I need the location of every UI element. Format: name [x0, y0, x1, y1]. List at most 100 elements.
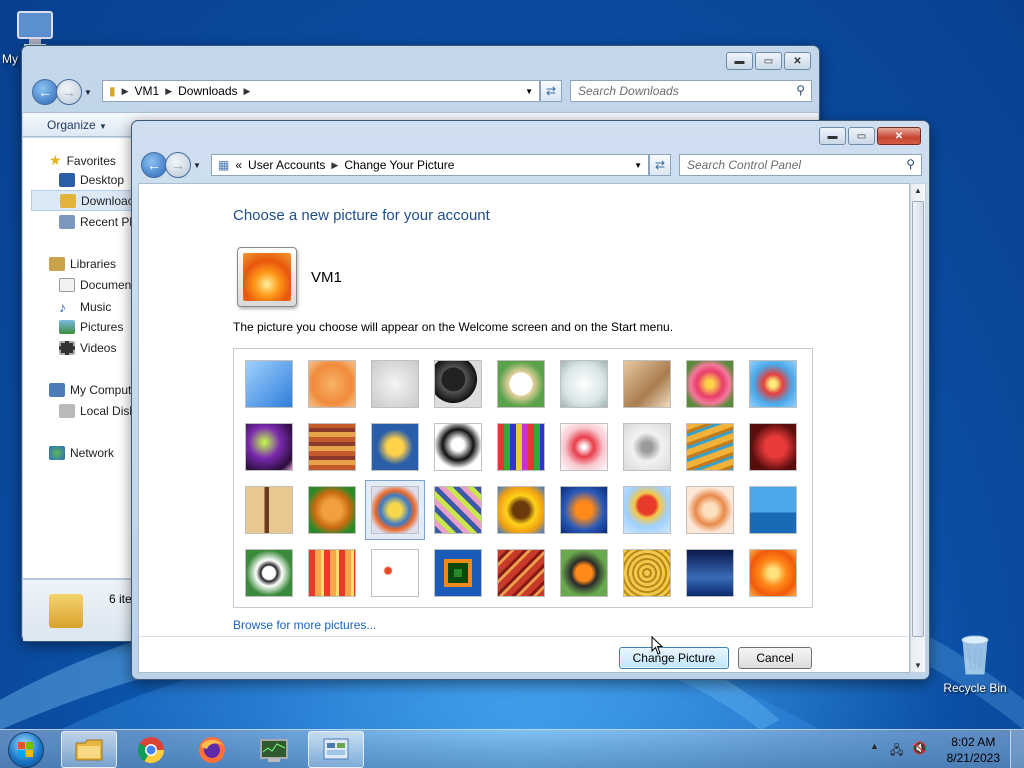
picture-tile-shell[interactable] [623, 549, 671, 597]
picture-tile-orange-flower[interactable] [749, 549, 797, 597]
picture-tile-lucky-cat[interactable] [497, 360, 545, 408]
picture-tile-sunflower[interactable] [497, 486, 545, 534]
picture-tile-yellow-leaf[interactable] [371, 423, 419, 471]
picture-tile-fish[interactable] [560, 486, 608, 534]
maximize-button[interactable]: ▭ [755, 52, 782, 70]
change-picture-window[interactable]: ▬ ▭ ✕ ← → ▼ ▦ « User Accounts ▶ Change Y… [131, 120, 930, 680]
picture-tile-robot[interactable] [365, 480, 425, 540]
picture-tile-rollercoaster[interactable] [245, 360, 293, 408]
picture-tile-ferris-wheel[interactable] [749, 360, 797, 408]
taskbar-firefox[interactable] [184, 731, 240, 768]
nav-videos[interactable]: Videos [59, 341, 116, 355]
vertical-scrollbar[interactable]: ▲ ▼ [910, 183, 926, 673]
nav-desktop[interactable]: Desktop [59, 173, 124, 187]
picture-tile-scarves[interactable] [434, 486, 482, 534]
breadcrumb-user-accounts[interactable]: User Accounts [248, 158, 325, 172]
system-clock[interactable]: 8:02 AM 8/21/2023 [947, 734, 1000, 766]
picture-tile-kitten[interactable] [623, 360, 671, 408]
nav-network-label: Network [70, 446, 115, 460]
nav-documents[interactable]: Documen [59, 278, 131, 292]
picture-tile-red-star[interactable] [560, 423, 608, 471]
maximize-button[interactable]: ▭ [848, 127, 875, 145]
breadcrumb-overflow[interactable]: « [235, 158, 242, 172]
forward-button[interactable]: → [56, 79, 82, 105]
breadcrumb-downloads[interactable]: Downloads [178, 84, 237, 98]
search-icon[interactable]: ⚲ [906, 157, 915, 171]
picture-tile-puppy[interactable] [308, 486, 356, 534]
picture-tile-sailboat[interactable] [749, 486, 797, 534]
refresh-button[interactable]: ⇄ [649, 154, 671, 176]
chevron-down-icon: ▼ [99, 121, 107, 131]
nav-local-disk[interactable]: Local Disk [59, 404, 133, 418]
nav-network[interactable]: Network [49, 446, 114, 460]
taskbar-chrome[interactable] [123, 731, 179, 768]
search-icon[interactable]: ⚲ [796, 83, 805, 97]
recent-pages-dropdown[interactable]: ▼ [193, 161, 201, 170]
nav-computer[interactable]: My Comput [49, 383, 131, 397]
organize-button[interactable]: Organize ▼ [47, 118, 107, 132]
show-desktop-button[interactable] [1010, 730, 1024, 768]
picture-tile-green-window[interactable] [434, 549, 482, 597]
picture-tile-gyroscope[interactable] [560, 360, 608, 408]
breadcrumb-change-picture[interactable]: Change Your Picture [344, 158, 454, 172]
picture-tile-ball[interactable] [245, 423, 293, 471]
picture-tile-lighthouse[interactable] [686, 549, 734, 597]
picture-tile-fabric-stack[interactable] [308, 423, 356, 471]
picture-tile-butterfly[interactable] [560, 549, 608, 597]
picture-tile-marbles[interactable] [371, 549, 419, 597]
picture-tile-starfish[interactable] [308, 360, 356, 408]
explorer-address-bar[interactable]: ▮ ▶ VM1 ▶ Downloads ▶ ▼ [102, 80, 540, 102]
cp-search-input[interactable]: Search Control Panel ⚲ [679, 154, 922, 176]
close-button[interactable]: ✕ [877, 127, 921, 145]
recycle-bin-desktop-icon[interactable]: Recycle Bin [942, 628, 1008, 695]
back-button[interactable]: ← [141, 152, 167, 178]
volume-muted-icon[interactable]: 🔇 [912, 741, 927, 755]
taskbar-control-panel[interactable] [308, 731, 364, 768]
nav-pictures[interactable]: Pictures [59, 320, 123, 334]
picture-tile-guitar[interactable] [245, 486, 293, 534]
nav-libraries[interactable]: Libraries [49, 257, 116, 271]
taskbar-explorer[interactable] [61, 731, 117, 768]
show-hidden-icons-button[interactable]: ▲ [870, 741, 879, 751]
scroll-up-icon[interactable]: ▲ [914, 186, 922, 195]
picture-tile-hot-air-balloon[interactable] [623, 486, 671, 534]
picture-tile-metal-jack[interactable] [623, 423, 671, 471]
cp-address-bar[interactable]: ▦ « User Accounts ▶ Change Your Picture … [211, 154, 649, 176]
picture-tile-woven-pattern[interactable] [497, 549, 545, 597]
picture-tile-robot-figure[interactable] [371, 360, 419, 408]
explorer-nav-buttons: ← → ▼ [32, 79, 92, 105]
picture-tile-turntable[interactable] [434, 360, 482, 408]
picture-tile-stairs[interactable] [686, 423, 734, 471]
browse-pictures-link[interactable]: Browse for more pictures... [233, 618, 376, 632]
picture-tile-dog[interactable] [434, 423, 482, 471]
recycle-bin-label: Recycle Bin [943, 681, 1007, 695]
taskbar-task-manager[interactable] [246, 731, 302, 768]
nav-favorites[interactable]: ★ Favorites [49, 152, 116, 169]
refresh-button[interactable]: ⇄ [540, 80, 562, 102]
recent-pages-dropdown[interactable]: ▼ [84, 88, 92, 97]
cancel-button[interactable]: Cancel [738, 647, 812, 669]
chevron-down-icon[interactable]: ▼ [525, 87, 533, 96]
back-button[interactable]: ← [32, 79, 58, 105]
scroll-down-icon[interactable]: ▼ [914, 661, 922, 670]
breadcrumb-vm1[interactable]: VM1 [135, 84, 160, 98]
picture-tile-egg-figure[interactable] [686, 486, 734, 534]
scroll-thumb[interactable] [912, 201, 924, 637]
change-picture-button[interactable]: Change Picture [619, 647, 729, 669]
minimize-button[interactable]: ▬ [819, 127, 846, 145]
picture-tile-crayons[interactable] [497, 423, 545, 471]
picture-tile-striped-fabric[interactable] [308, 549, 356, 597]
chevron-down-icon[interactable]: ▼ [634, 161, 642, 170]
picture-tile-soccer-ball[interactable] [245, 549, 293, 597]
close-button[interactable]: ✕ [784, 52, 811, 70]
explorer-search-input[interactable]: Search Downloads ⚲ [570, 80, 812, 102]
start-button[interactable] [8, 732, 44, 768]
nav-recent-places[interactable]: Recent Pla [59, 215, 133, 229]
minimize-button[interactable]: ▬ [726, 52, 753, 70]
network-tray-icon[interactable]: 🖧 [890, 741, 903, 762]
picture-tile-paper-crane[interactable] [749, 423, 797, 471]
nav-music[interactable]: ♪ Music [59, 299, 111, 315]
nav-downloads[interactable]: Downloac [31, 190, 133, 211]
forward-button[interactable]: → [165, 152, 191, 178]
picture-tile-pink-flower[interactable] [686, 360, 734, 408]
